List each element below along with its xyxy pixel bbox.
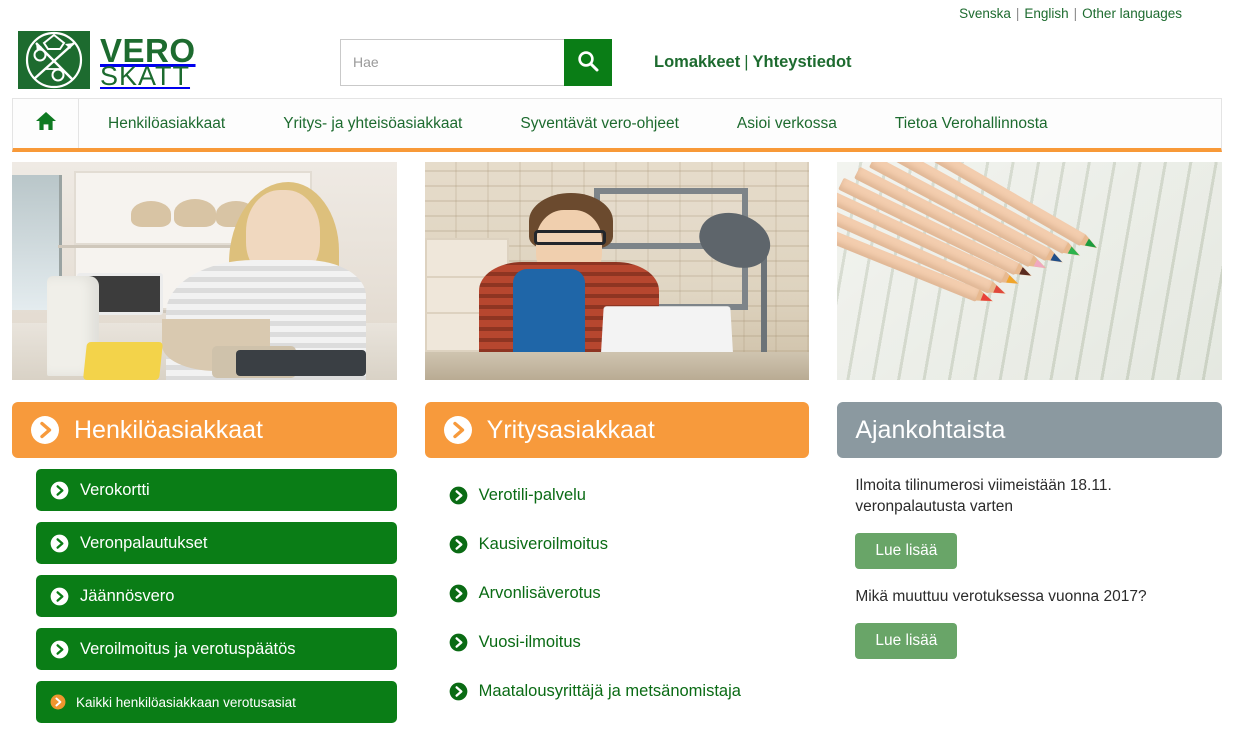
hero-image-yritysasiakkaat[interactable] bbox=[424, 162, 810, 380]
circle-arrow-icon bbox=[449, 682, 468, 701]
panel-personal: Henkilöasiakkaat Verokortti Veronpalautu… bbox=[12, 402, 397, 723]
news-readmore-button-1[interactable]: Lue lisää bbox=[855, 532, 958, 569]
office-desk bbox=[424, 351, 810, 380]
circle-arrow-icon bbox=[449, 535, 468, 554]
vero-crest-icon bbox=[12, 29, 96, 96]
button-veroilmoitus-ja-verotuspaatos[interactable]: Veroilmoitus ja verotuspäätös bbox=[36, 628, 397, 670]
button-verokortti[interactable]: Verokortti bbox=[36, 469, 397, 511]
news-item-tilinumero: Ilmoita tilinumerosi viimeistään 18.11. … bbox=[855, 476, 1222, 569]
circle-arrow-icon bbox=[449, 486, 468, 505]
panel-news: Ajankohtaista Ilmoita tilinumerosi viime… bbox=[837, 402, 1222, 659]
lang-separator-1: | bbox=[1015, 5, 1020, 21]
button-kaikki-henkiloasiakkaan-verotusasiat[interactable]: Kaikki henkilöasiakkaan verotusasiat bbox=[36, 681, 397, 723]
link-maatalousyrittaja-ja-metsanomistaja[interactable]: Maatalousyrittäjä ja metsänomistaja bbox=[449, 676, 810, 706]
circle-arrow-icon bbox=[443, 415, 473, 445]
logo-wordmark: VERO SKATT bbox=[100, 34, 196, 91]
circle-arrow-icon bbox=[50, 481, 69, 500]
kitchen-basket-1 bbox=[131, 201, 172, 228]
hero-image-henkiloasiakkaat[interactable] bbox=[12, 162, 397, 380]
button-label: Verokortti bbox=[80, 480, 150, 499]
circle-arrow-icon bbox=[30, 415, 60, 445]
button-veronpalautukset[interactable]: Veronpalautukset bbox=[36, 522, 397, 564]
button-label: Veroilmoitus ja verotuspäätös bbox=[80, 639, 296, 658]
button-jaannosvero[interactable]: Jäännösvero bbox=[36, 575, 397, 617]
nav-item-tietoa-verohallinnosta[interactable]: Tietoa Verohallinnosta bbox=[866, 99, 1077, 148]
man-glasses bbox=[534, 229, 607, 245]
news-item-muutokset-2017: Mikä muuttuu verotuksessa vuonna 2017? L… bbox=[855, 587, 1222, 659]
button-label: Veronpalautukset bbox=[80, 533, 208, 552]
column-personal: Henkilöasiakkaat Verokortti Veronpalautu… bbox=[12, 162, 397, 723]
link-label: Maatalousyrittäjä ja metsänomistaja bbox=[478, 681, 741, 700]
header-link-separator: | bbox=[744, 52, 749, 71]
column-news: Ajankohtaista Ilmoita tilinumerosi viime… bbox=[837, 162, 1222, 723]
search-icon bbox=[576, 49, 600, 76]
link-verotili-palvelu[interactable]: Verotili-palvelu bbox=[449, 480, 810, 510]
content-grid: Henkilöasiakkaat Verokortti Veronpalautu… bbox=[12, 162, 1222, 723]
news-text: Ilmoita tilinumerosi viimeistään 18.11. … bbox=[855, 477, 1112, 515]
news-text: Mikä muuttuu verotuksessa vuonna 2017? bbox=[855, 587, 1147, 605]
column-business: Yritysasiakkaat Verotili-palvelu Kausive… bbox=[424, 162, 810, 723]
link-label: Vuosi-ilmoitus bbox=[478, 632, 581, 651]
circle-arrow-icon bbox=[449, 633, 468, 652]
news-readmore-button-2[interactable]: Lue lisää bbox=[855, 622, 958, 659]
lang-separator-2: | bbox=[1073, 5, 1078, 21]
panel-title-yritysasiakkaat: Yritysasiakkaat bbox=[486, 415, 655, 444]
home-icon bbox=[35, 111, 57, 136]
link-arvonlisaverotus[interactable]: Arvonlisäverotus bbox=[449, 578, 810, 608]
nav-item-syventavat-vero-ohjeet[interactable]: Syventävät vero-ohjeet bbox=[491, 99, 708, 148]
nav-item-home[interactable] bbox=[13, 99, 79, 148]
circle-arrow-icon bbox=[50, 640, 69, 659]
circle-arrow-icon bbox=[449, 584, 468, 603]
main-navigation: Henkilöasiakkaat Yritys- ja yhteisöasiak… bbox=[12, 98, 1222, 152]
header-link-yhteystiedot[interactable]: Yhteystiedot bbox=[753, 53, 852, 71]
button-label: Jäännösvero bbox=[80, 586, 175, 605]
circle-arrow-icon-orange bbox=[50, 694, 66, 710]
panel-title-henkiloasiakkaat: Henkilöasiakkaat bbox=[74, 415, 263, 444]
panel-header-ajankohtaista: Ajankohtaista bbox=[837, 402, 1222, 458]
site-logo[interactable]: VERO SKATT bbox=[12, 29, 212, 96]
butter-block bbox=[83, 342, 164, 380]
nav-item-henkiloasiakkaat[interactable]: Henkilöasiakkaat bbox=[79, 99, 254, 148]
hero-image-ajankohtaista[interactable] bbox=[837, 162, 1222, 380]
button-label: Kaikki henkilöasiakkaan verotusasiat bbox=[76, 694, 296, 710]
search-bar bbox=[340, 38, 612, 86]
tablet-device bbox=[235, 349, 366, 376]
lang-svenska[interactable]: Svenska bbox=[959, 6, 1011, 21]
nav-item-asioi-verkossa[interactable]: Asioi verkossa bbox=[708, 99, 866, 148]
nav-item-yritys-ja-yhteisoasiakkaat[interactable]: Yritys- ja yhteisöasiakkaat bbox=[254, 99, 491, 148]
circle-arrow-icon bbox=[50, 587, 69, 606]
panel-header-henkiloasiakkaat[interactable]: Henkilöasiakkaat bbox=[12, 402, 397, 458]
link-label: Arvonlisäverotus bbox=[478, 583, 601, 602]
lang-english[interactable]: English bbox=[1024, 6, 1068, 21]
header-link-lomakkeet[interactable]: Lomakkeet bbox=[654, 53, 740, 71]
link-label: Verotili-palvelu bbox=[478, 485, 586, 504]
header-links: Lomakkeet | Yhteystiedot bbox=[654, 53, 852, 72]
search-button[interactable] bbox=[564, 38, 612, 86]
search-input[interactable] bbox=[340, 38, 564, 86]
kitchen-basket-2 bbox=[173, 199, 216, 228]
site-header: VERO SKATT Lomakkeet|Yhteystiedot bbox=[0, 26, 1234, 98]
panel-title-ajankohtaista: Ajankohtaista bbox=[855, 415, 1006, 444]
link-label: Kausiveroilmoitus bbox=[478, 534, 608, 553]
panel-header-yritysasiakkaat[interactable]: Yritysasiakkaat bbox=[424, 402, 810, 458]
language-bar: Svenska | English | Other languages bbox=[0, 0, 1234, 26]
link-kausiveroilmoitus[interactable]: Kausiveroilmoitus bbox=[449, 529, 810, 559]
logo-text-skatt: SKATT bbox=[100, 60, 191, 91]
link-vuosi-ilmoitus[interactable]: Vuosi-ilmoitus bbox=[449, 627, 810, 657]
circle-arrow-icon bbox=[50, 534, 69, 553]
lang-other[interactable]: Other languages bbox=[1082, 6, 1182, 21]
panel-business: Yritysasiakkaat Verotili-palvelu Kausive… bbox=[424, 402, 810, 706]
